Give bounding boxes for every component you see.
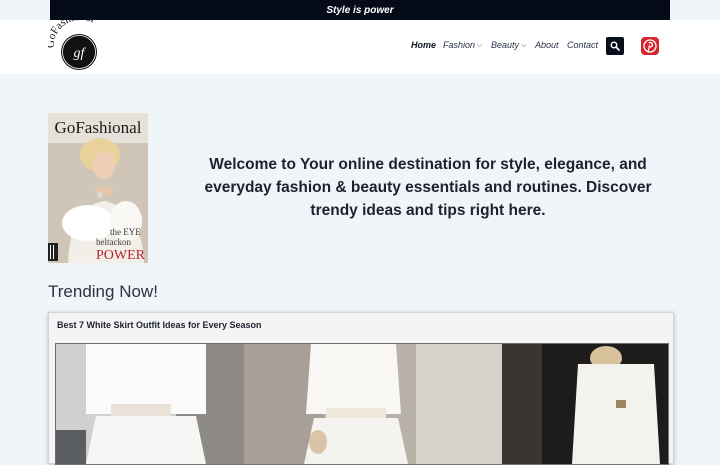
- cover-masthead: GoFashional: [55, 118, 142, 137]
- post-title[interactable]: Best 7 White Skirt Outfit Ideas for Ever…: [57, 320, 262, 330]
- post-featured-image[interactable]: [55, 343, 669, 465]
- search-button[interactable]: [606, 37, 624, 55]
- cover-headline-small: the EYE: [110, 227, 141, 237]
- welcome-text: Welcome to Your online destination for s…: [204, 156, 652, 219]
- nav-item-beauty[interactable]: Beauty ⌵: [491, 40, 526, 51]
- cover-headline-mid: heltackon: [96, 237, 131, 247]
- chevron-down-icon: ⌵: [477, 42, 483, 49]
- search-icon: [610, 41, 620, 51]
- nav-item-contact[interactable]: Contact: [567, 40, 598, 50]
- nav-label: Fashion: [443, 40, 476, 50]
- nav-item-fashion[interactable]: Fashion ⌵: [443, 40, 482, 51]
- nav-label: Beauty: [491, 40, 520, 50]
- site-header: GoFashional gf Home Fashion⌵ Beauty⌵ Abo…: [0, 20, 720, 74]
- main-navigation: Home Fashion ⌵ Beauty ⌵ About Contact: [0, 20, 720, 74]
- trending-heading: Trending Now!: [48, 282, 158, 301]
- nav-item-home[interactable]: Home: [411, 40, 436, 50]
- nav-label: Home: [411, 40, 437, 50]
- cover-headline-big: POWER: [96, 248, 146, 263]
- nav-label: Contact: [567, 40, 599, 50]
- nav-item-about[interactable]: About: [535, 40, 559, 50]
- nav-label: About: [535, 40, 559, 50]
- trending-post-card[interactable]: Best 7 White Skirt Outfit Ideas for Ever…: [48, 312, 674, 465]
- top-announcement-bar: Style is power: [50, 0, 670, 20]
- tagline: Style is power: [326, 4, 394, 16]
- pinterest-icon: [643, 39, 657, 53]
- magazine-cover-image: GoFashional the EYE heltackon POWER: [48, 113, 148, 263]
- pinterest-link[interactable]: [641, 37, 659, 55]
- chevron-down-icon: ⌵: [521, 42, 527, 49]
